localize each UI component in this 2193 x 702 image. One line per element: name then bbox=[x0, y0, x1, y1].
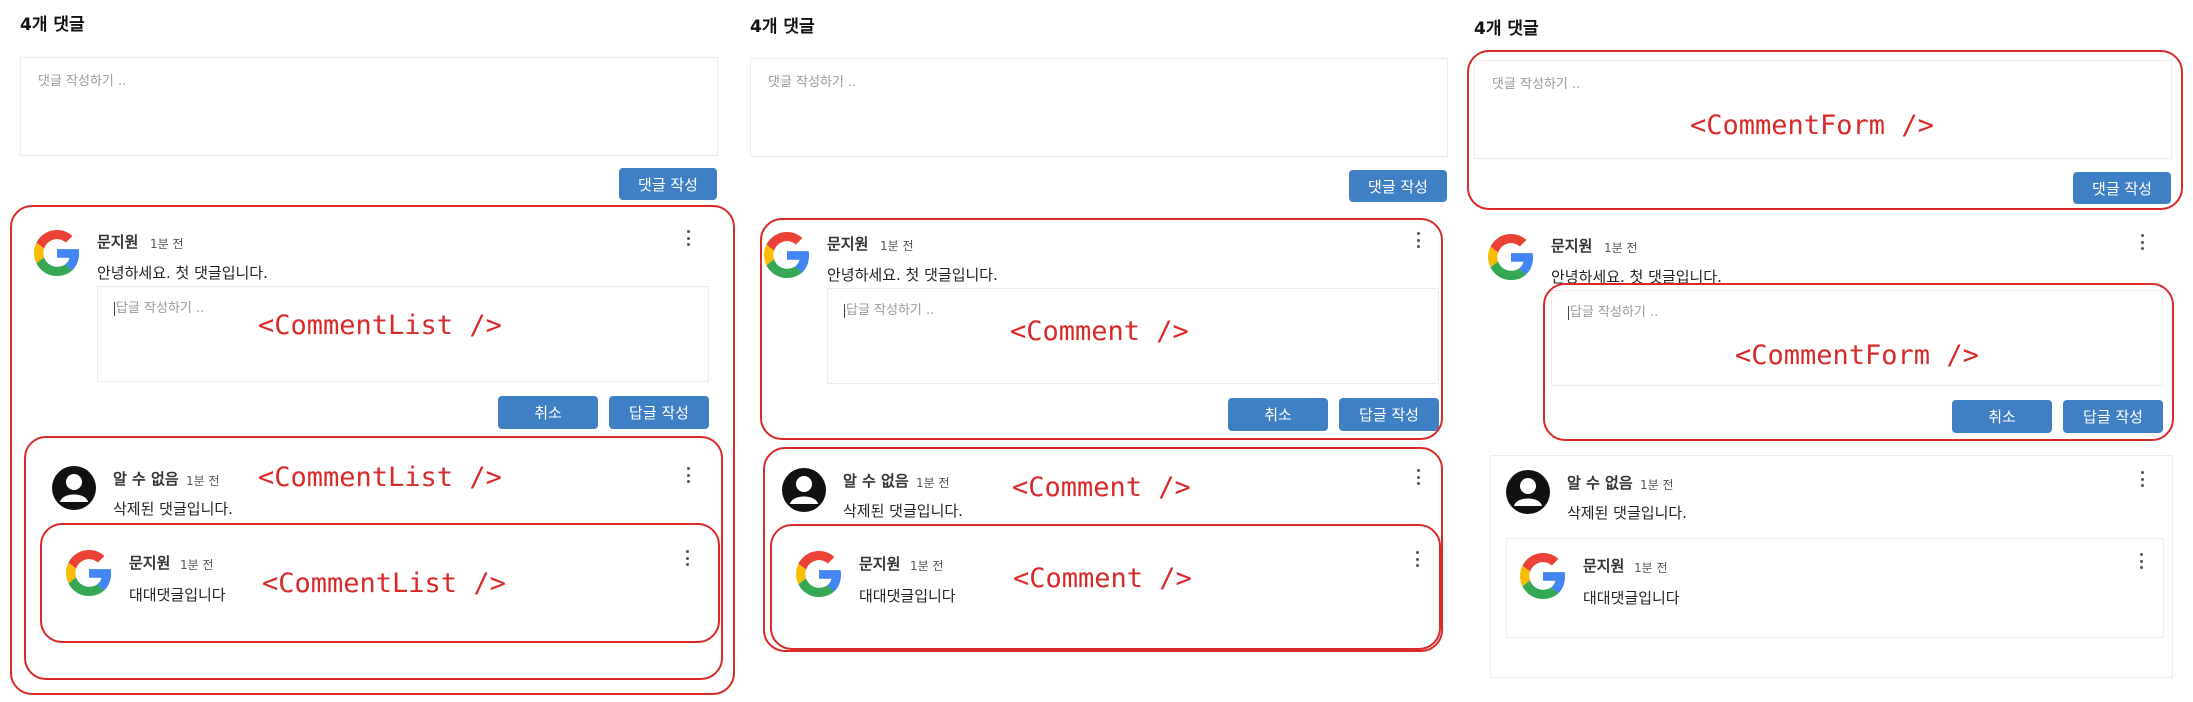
comment-count: 4개 댓글 bbox=[20, 15, 85, 35]
comment-author: 문지원 bbox=[1583, 557, 1625, 575]
comment-count: 4개 댓글 bbox=[750, 17, 815, 37]
annotation-label: <CommentList /> bbox=[258, 310, 502, 341]
comment-text: 대대댓글입니다 bbox=[1583, 589, 1680, 607]
comment-time: 1분 전 bbox=[1640, 478, 1674, 492]
comment-input-placeholder: 댓글 작성하기 .. bbox=[768, 75, 857, 90]
annotation-label: <Comment /> bbox=[1013, 563, 1192, 594]
comment-input[interactable]: 댓글 작성하기 .. bbox=[20, 57, 718, 156]
comment-input[interactable]: 댓글 작성하기 .. bbox=[750, 58, 1448, 157]
comment-time: 1분 전 bbox=[1604, 241, 1638, 255]
comment-submit-button[interactable]: 댓글 작성 bbox=[1349, 170, 1447, 202]
google-icon bbox=[1488, 234, 1534, 280]
annotation-label: <Comment /> bbox=[1012, 472, 1191, 503]
comment-text: 삭제된 댓글입니다. bbox=[1567, 504, 1687, 522]
comment-author: 알 수 없음 bbox=[1567, 474, 1633, 492]
annotation-label: <CommentForm /> bbox=[1690, 110, 1934, 141]
user-silhouette-icon bbox=[1506, 470, 1550, 514]
google-icon bbox=[1520, 553, 1566, 599]
annotation-label: <CommentForm /> bbox=[1735, 340, 1979, 371]
comment-author: 문지원 bbox=[1551, 237, 1593, 255]
comment-time: 1분 전 bbox=[1634, 561, 1668, 575]
more-menu-icon[interactable] bbox=[2138, 471, 2146, 487]
comment-submit-button[interactable]: 댓글 작성 bbox=[619, 168, 717, 200]
annotation-label: <Comment /> bbox=[1010, 316, 1189, 347]
comment-input-placeholder: 댓글 작성하기 .. bbox=[38, 74, 127, 89]
more-menu-icon[interactable] bbox=[2138, 234, 2146, 250]
more-menu-icon[interactable] bbox=[2137, 553, 2145, 569]
annotation-label: <CommentList /> bbox=[262, 568, 506, 599]
annotation-label: <CommentList /> bbox=[258, 462, 502, 493]
comment-count: 4개 댓글 bbox=[1474, 19, 1539, 39]
